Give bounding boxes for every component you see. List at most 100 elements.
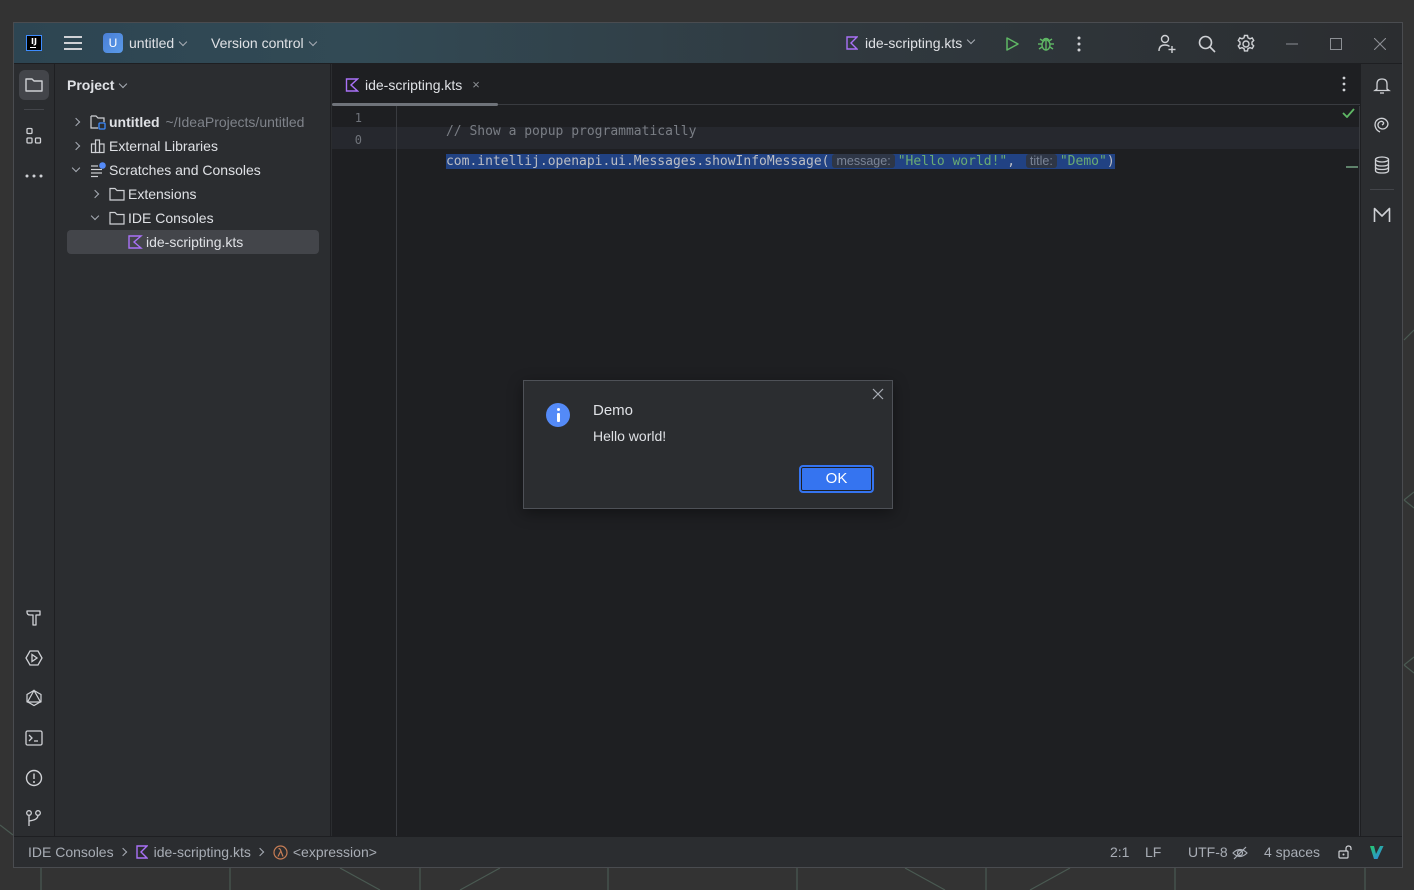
notifications-button[interactable] — [1367, 70, 1397, 100]
tree-item-ide-scripting-kts[interactable]: ide-scripting.kts — [67, 230, 319, 254]
minimize-button[interactable] — [1280, 32, 1304, 56]
run-configuration-selector[interactable]: ide-scripting.kts — [846, 35, 976, 51]
tree-label: Extensions — [128, 186, 197, 202]
ok-button[interactable]: OK — [799, 465, 874, 493]
code-with-me-button[interactable] — [1155, 32, 1179, 56]
database-icon — [1374, 156, 1390, 174]
search-everywhere-button[interactable] — [1195, 32, 1219, 56]
chevron-down-icon — [308, 37, 317, 47]
chevron-right-icon[interactable] — [71, 117, 81, 127]
indent-setting[interactable]: 4 spaces — [1264, 844, 1320, 860]
version-control-label: Version control — [211, 35, 304, 51]
title-bar: IJ U untitled Version control ide-script… — [14, 23, 1402, 64]
gear-icon — [1237, 34, 1255, 52]
database-button[interactable] — [1367, 150, 1397, 180]
tab-ide-scripting-kts[interactable]: ide-scripting.kts × — [332, 64, 498, 106]
chevron-down-icon[interactable] — [90, 211, 100, 221]
breadcrumb-item[interactable]: <expression> — [293, 844, 377, 860]
run-icon — [1006, 37, 1019, 51]
project-avatar[interactable]: U — [103, 33, 123, 53]
more-vertical-icon[interactable] — [1342, 76, 1346, 92]
settings-button[interactable] — [1234, 32, 1258, 56]
terminal-icon — [25, 730, 43, 746]
more-tools-button[interactable] — [19, 161, 49, 191]
services-tool-button[interactable] — [19, 643, 49, 673]
panel-title: Project — [67, 77, 115, 93]
warning-circle-icon — [25, 769, 43, 787]
code-call: com.intellij.openapi.ui.Messages.showInf… — [445, 154, 830, 169]
module-folder-icon — [90, 115, 106, 130]
debug-button[interactable] — [1034, 32, 1058, 56]
bell-icon — [1373, 78, 1391, 94]
file-encoding[interactable]: UTF-8 — [1188, 844, 1228, 860]
code-suffix: ) — [1106, 154, 1115, 169]
no-problems-check-icon[interactable] — [1342, 108, 1355, 118]
problems-tool-button[interactable] — [19, 763, 49, 793]
close-tab-icon[interactable]: × — [472, 77, 480, 92]
editor-gutter: 1 0 — [332, 106, 397, 836]
structure-tool-button[interactable] — [19, 121, 49, 151]
library-icon — [90, 139, 105, 154]
version-control-menu[interactable]: Version control — [211, 35, 317, 51]
lambda-icon — [273, 844, 288, 860]
main-menu-icon[interactable] — [64, 36, 82, 50]
code-separator: , — [1007, 154, 1023, 169]
project-panel: Project untitled ~/IdeaProjects/untitled… — [56, 64, 331, 836]
services-run-icon — [25, 650, 43, 666]
more-actions-button[interactable] — [1067, 32, 1091, 56]
maven-button[interactable] — [1367, 200, 1397, 230]
build-tool-button[interactable] — [19, 603, 49, 633]
vim-plugin-icon[interactable] — [1369, 845, 1384, 860]
structure-icon — [26, 127, 42, 144]
chevron-down-icon — [119, 79, 128, 89]
terminal-tool-button[interactable] — [19, 723, 49, 753]
search-icon — [1198, 35, 1216, 53]
tree-label: IDE Consoles — [128, 210, 214, 226]
project-tool-button[interactable] — [19, 70, 49, 100]
intellij-logo-icon[interactable]: IJ — [26, 35, 42, 51]
ai-assistant-button[interactable] — [1367, 110, 1397, 140]
run-button[interactable] — [1000, 32, 1024, 56]
breadcrumb-item[interactable]: ide-scripting.kts — [154, 844, 251, 860]
project-tree: untitled ~/IdeaProjects/untitled Externa… — [56, 110, 330, 254]
git-branch-icon — [26, 810, 41, 826]
chevron-down-icon — [178, 37, 188, 47]
chevron-down-icon — [967, 35, 976, 45]
breadcrumb: IDE Consoles ide-scripting.kts <expressi… — [28, 844, 377, 860]
graphql-tool-button[interactable] — [19, 683, 49, 713]
change-marker — [1346, 166, 1358, 168]
more-horizontal-icon — [25, 174, 43, 178]
git-tool-button[interactable] — [19, 803, 49, 833]
tree-item-ide-consoles[interactable]: IDE Consoles — [56, 206, 330, 230]
inspections-off-icon[interactable] — [1232, 845, 1248, 861]
tree-item-extensions[interactable]: Extensions — [56, 182, 330, 206]
tree-item-untitled[interactable]: untitled ~/IdeaProjects/untitled — [56, 110, 330, 134]
editor-tab-bar: ide-scripting.kts × — [332, 64, 1360, 106]
tree-label: External Libraries — [109, 138, 218, 154]
tree-label: untitled — [109, 114, 160, 130]
dialog-title: Demo — [593, 402, 634, 419]
caret-position[interactable]: 2:1 — [1110, 844, 1129, 860]
kotlin-script-icon — [128, 235, 143, 249]
tree-item-external-libraries[interactable]: External Libraries — [56, 134, 330, 158]
chevron-right-icon[interactable] — [71, 141, 81, 151]
tree-item-scratches[interactable]: Scratches and Consoles — [56, 158, 330, 182]
close-dialog-icon[interactable] — [871, 387, 885, 401]
maximize-button[interactable] — [1324, 32, 1348, 56]
unlock-icon[interactable] — [1338, 845, 1353, 859]
line-separator[interactable]: LF — [1145, 844, 1161, 860]
chevron-right-icon[interactable] — [90, 189, 100, 199]
code-line-2[interactable]: com.intellij.openapi.ui.Messages.showInf… — [399, 130, 1115, 169]
breadcrumb-item[interactable]: IDE Consoles — [28, 844, 114, 860]
more-vertical-icon — [1077, 36, 1081, 52]
project-view-selector[interactable]: Project — [67, 77, 128, 93]
bug-icon — [1038, 37, 1054, 51]
kotlin-script-icon — [135, 845, 148, 859]
chevron-down-icon[interactable] — [71, 163, 81, 173]
maximize-icon — [1330, 38, 1342, 50]
status-bar: IDE Consoles ide-scripting.kts <expressi… — [14, 836, 1402, 867]
folder-icon — [25, 78, 43, 92]
project-name: untitled — [129, 35, 175, 51]
close-window-button[interactable] — [1368, 32, 1392, 56]
project-selector[interactable]: untitled — [129, 35, 188, 51]
